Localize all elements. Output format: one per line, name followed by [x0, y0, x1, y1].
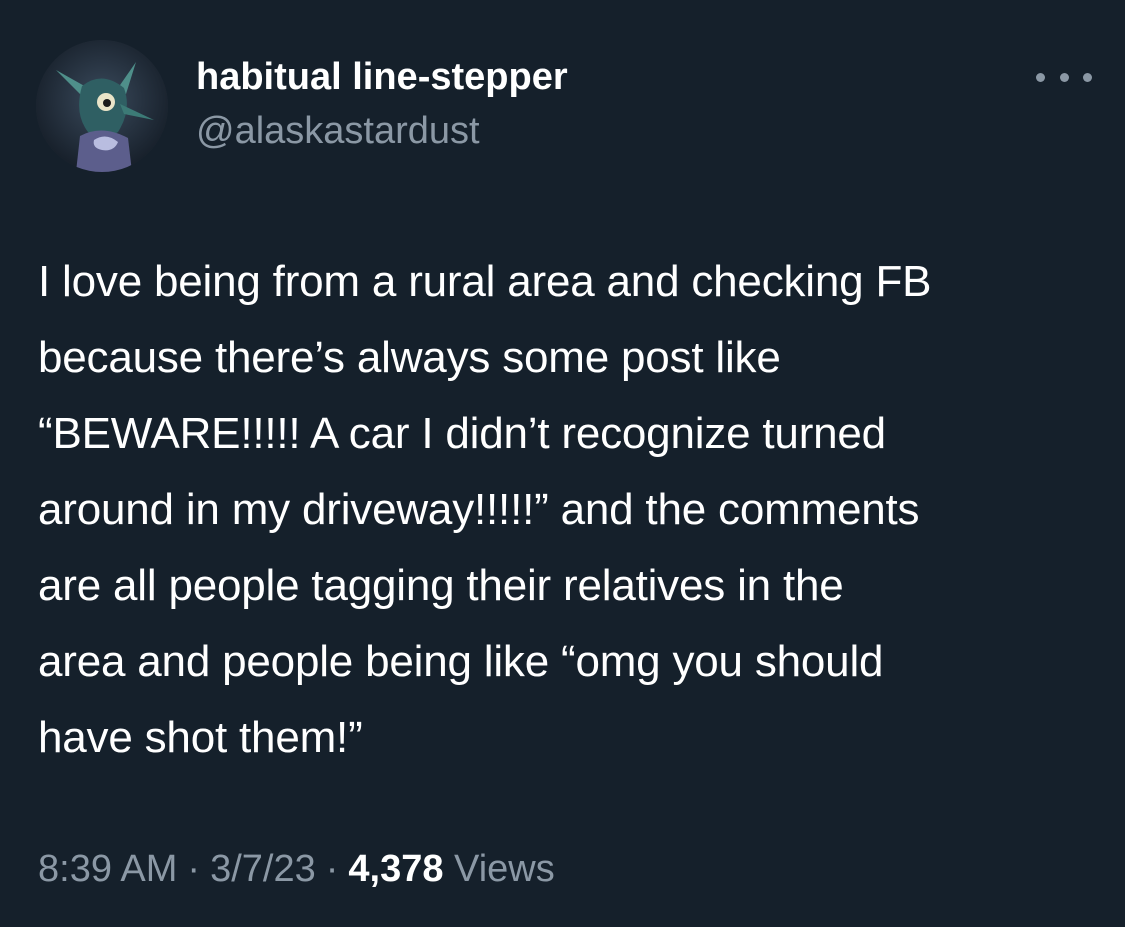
- tweet-date[interactable]: 3/7/23: [210, 848, 316, 890]
- avatar-image-icon: [36, 40, 168, 172]
- tweet-metadata: 8:39 AM · 3/7/23 · 4,378 Views: [38, 848, 555, 891]
- tweet-container: habitual line-stepper @alaskastardust I …: [0, 0, 1125, 927]
- more-options-button[interactable]: [1036, 64, 1092, 90]
- user-handle[interactable]: @alaskastardust: [196, 110, 480, 153]
- more-options-icon-dot: [1059, 72, 1069, 82]
- tweet-text: I love being from a rural area and check…: [38, 257, 932, 762]
- avatar[interactable]: [36, 40, 168, 172]
- views-count[interactable]: 4,378: [348, 848, 443, 890]
- tweet-time[interactable]: 8:39 AM: [38, 848, 177, 890]
- display-name[interactable]: habitual line-stepper: [196, 56, 568, 99]
- meta-separator: ·: [187, 848, 201, 890]
- more-options-icon-dot: [1083, 72, 1092, 82]
- more-options-icon: [1036, 72, 1045, 82]
- views-label[interactable]: Views: [454, 848, 555, 890]
- meta-separator: ·: [325, 848, 339, 890]
